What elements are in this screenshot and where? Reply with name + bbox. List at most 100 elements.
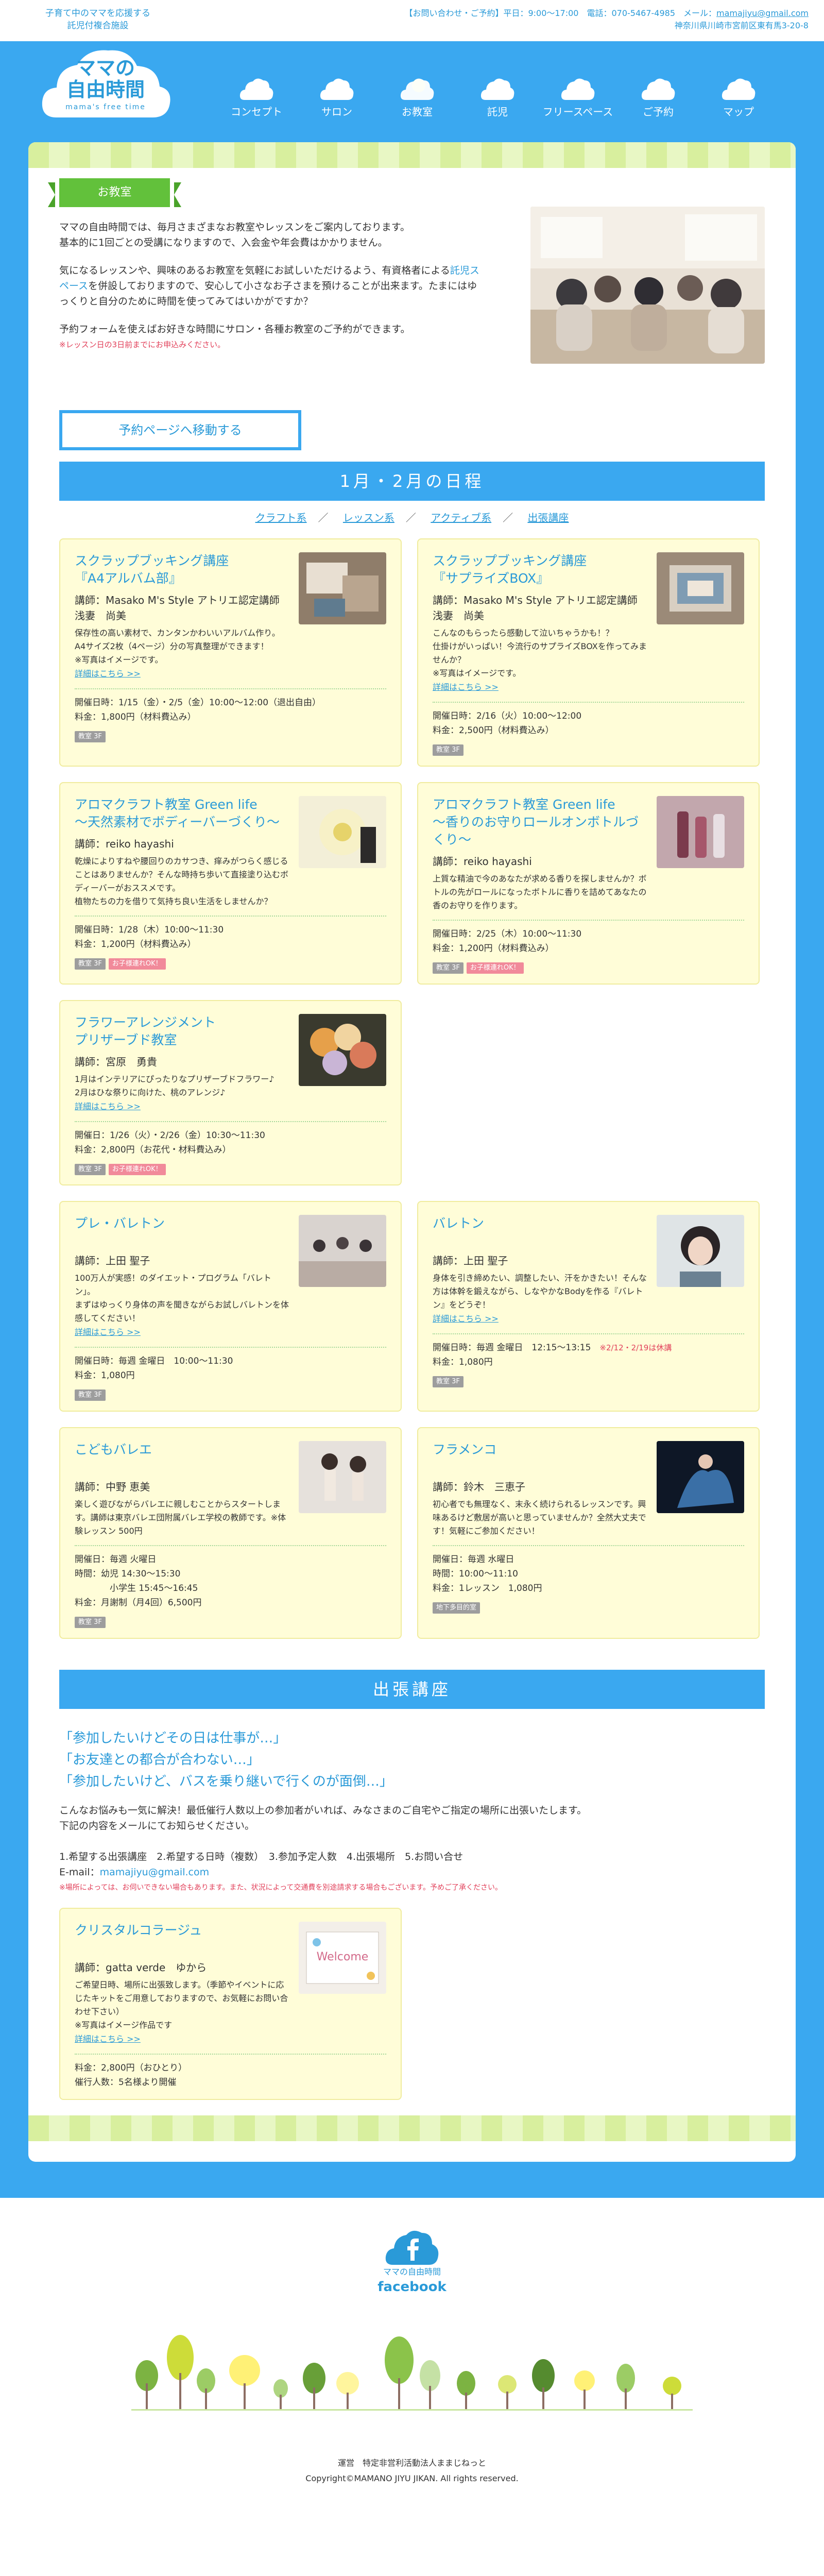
info-line: 料金：1,080円 [433,1357,493,1368]
teacher-name: 講師：gatta verde ゆから [75,1961,207,1974]
divider [75,1545,386,1547]
divider [75,2054,386,2055]
main-content: お教室 ママの自由時間では、毎月さまざまなお教室やレッスンをご案内しております。… [28,142,796,2162]
cloud-icon [480,78,514,100]
class-info: 開催日：毎週 水曜日 時間：10:00〜11:10 料金：1レッスン 1,080円 [433,1552,744,1596]
location-tag: 教室 3F [433,1376,464,1388]
info-line: 料金：1,200円（材料費込み） [75,939,196,950]
nav-item-classroom[interactable]: お教室 [377,77,457,120]
class-card: フラメンコ 講師：鈴木 三恵子 初心者でも無理なく、末永く続けられるレッスンです… [417,1427,760,1639]
separator: ／ [405,512,416,524]
site-tagline: 子育て中のママを応援する 託児付複合施設 [45,8,150,31]
info-line: 料金：1,080円 [75,1370,135,1381]
roll-on-bottle-photo [657,795,744,868]
class-description: こんなのもらったら感動して泣いちゃうかも！？ 仕掛けがいっぱい！今流行のサプライ… [433,628,647,678]
class-card: クリスタルコラージュ Welcome 講師：gatta verde ゆから ご希… [59,1908,402,2100]
nav-item-childcare[interactable]: 託児 [457,77,538,120]
class-thumbnail [657,552,744,624]
scrapbook-photo [299,552,386,624]
cloud-icon [641,78,675,100]
divider [75,915,386,917]
barreton-group-photo [299,1215,386,1287]
class-card: バレトン 講師：上田 聖子 身体を引き締めたい、調整したい、汗をかきたい！そんな… [417,1201,760,1412]
divider [433,919,744,921]
contact-info: 【お問い合わせ・ご予約】平日：9:00〜17:00 電話：070-5467-49… [404,7,809,32]
tag-list: 教室 3F お子様連れOK！ [75,1161,386,1176]
nav-item-map[interactable]: マップ [698,77,779,120]
category-link-craft[interactable]: クラフト系 [255,512,307,524]
class-card: スクラップブッキング講座 『A4アルバム部』 講師：Masako M's Sty… [59,538,402,767]
nav-item-reservation[interactable]: ご予約 [618,77,698,120]
site-logo[interactable]: ママの 自由時間 mama's free time [36,45,175,123]
class-thumbnail [657,1441,744,1514]
outreach-email-link[interactable]: mamajiyu@gmail.com [100,1867,210,1878]
info-line: 開催日：毎週 火曜日 [75,1554,157,1565]
craft-class-grid: スクラップブッキング講座 『A4アルバム部』 講師：Masako M's Sty… [28,538,796,1186]
category-link-active[interactable]: アクティブ系 [431,512,491,524]
contact-email-link[interactable]: mamajiyu@gmail.com [716,8,809,18]
details-link[interactable]: 詳細はこちら >> [433,681,499,694]
class-description: 保存性の高い素材で、カンタンかわいいアルバム作り。 A4サイズ2枚（4ページ）分… [75,628,280,665]
nav-label: マップ [723,106,754,118]
cloud-icon [561,78,595,100]
teacher-name: 講師：Masako M's Style アトリエ認定講師 浅妻 尚美 [75,594,290,622]
class-info: 開催日時：1/28（木）10:00〜11:30 料金：1,200円（材料費込み） [75,923,386,952]
nav-item-concept[interactable]: コンセプト [216,77,297,120]
class-info: 開催日：毎週 火曜日 時間：幼児 14:30〜15:30 小学生 15:45〜16… [75,1552,386,1610]
logo-line1: ママの [76,57,135,79]
copyright: Copyright©MAMANO JIYU JIKAN. All rights … [305,2473,519,2484]
class-title: フラメンコ [433,1442,497,1458]
info-line: 時間：10:00〜11:10 [433,1569,518,1580]
flower-arrangement-photo [299,1013,386,1086]
nav-item-salon[interactable]: サロン [297,77,377,120]
kids-ok-tag: お子様連れOK！ [466,962,524,974]
operator: 運営 特定非営利活動法人ままじねっと [337,2458,486,2468]
info-line: 開催日時：2/25（木）10:00〜11:30 [433,928,582,939]
details-link[interactable]: 詳細はこちら >> [75,2033,141,2046]
divider [75,1121,386,1122]
details-link[interactable]: 詳細はこちら >> [75,1100,141,1113]
class-card: アロマクラフト教室 Green life 〜天然素材でボディーバーづくり〜 講師… [59,782,402,985]
nav-label: ご予約 [643,106,674,118]
tag-list: 教室 3F [433,1374,744,1388]
intro-paragraph: ママの自由時間では、毎月さまざまなお教室やレッスンをご案内しております。 基本的… [59,222,410,248]
schedule-title: 1月・2月の日程 [59,462,765,501]
category-link-lesson[interactable]: レッスン系 [343,512,394,524]
intro-text-after: を併設しておりますので、安心して小さなお子さまを預けることが出来ます。たまにはゆ… [59,280,477,307]
outreach-steps: 1.希望する出張講座 2.希望する日時（複数） 3.参加予定人数 4.出張場所 … [59,1851,464,1863]
facebook-link[interactable]: ママの自由時間 facebook [376,2229,448,2297]
class-thumbnail: Welcome [299,1922,386,1994]
location-tag: 教室 3F [75,731,106,743]
kids-ok-tag: お子様連れOK！ [108,958,166,970]
details-link[interactable]: 詳細はこちら >> [433,1313,499,1326]
info-line: 開催日時：1/15（金）・2/5（金）10:00〜12:00（退出自由） [75,697,321,708]
outreach-title: 出張講座 [59,1670,765,1709]
class-title: アロマクラフト教室 Green life 〜天然素材でボディーバーづくり〜 [75,796,280,829]
separator: ／ [318,512,329,524]
footer-blue-band [0,2162,824,2198]
intro-text: ママの自由時間では、毎月さまざまなお教室やレッスンをご案内しております。 基本的… [59,219,482,365]
nav-item-free-space[interactable]: フリースペース [538,77,618,120]
class-card: フラワーアレンジメント プリザーブド教室 講師：宮原 勇貴 1月はインテリアにぴ… [59,999,402,1186]
class-info: 開催日時：毎週 金曜日 12:15〜13:15 ※2/12・2/19は休講 料金：… [433,1341,744,1369]
details-link[interactable]: 詳細はこちら >> [75,668,141,681]
class-thumbnail [299,552,386,624]
location-tag: 教室 3F [433,744,464,756]
info-text: 開催日時：毎週 金曜日 12:15〜13:15 [433,1343,591,1353]
details-link[interactable]: 詳細はこちら >> [75,1326,141,1339]
class-title: こどもバレエ [75,1442,152,1458]
category-link-outreach[interactable]: 出張講座 [527,512,569,524]
teacher-name: 講師：中野 恵美 [75,1481,150,1494]
outreach-email: E-mail：mamajiyu@gmail.com [59,1865,765,1880]
class-info: 開催日時：2/16（火）10:00〜12:00 料金：2,500円（材料費込み） [433,709,744,738]
class-card: プレ・バレトン 講師：上田 聖子 100万人が実感！のダイエット・プログラム「バ… [59,1201,402,1412]
contact-line: 【お問い合わせ・ご予約】平日：9:00〜17:00 電話：070-5467-49… [404,8,717,18]
class-title: スクラップブッキング講座 『A4アルバム部』 [75,553,229,586]
class-thumbnail [657,1215,744,1287]
class-description: 100万人が実感！のダイエット・プログラム「バレトン」。 まずはゆっくり身体の声… [75,1273,289,1324]
reservation-page-button[interactable]: 予約ページへ移動する [59,410,301,450]
class-card: スクラップブッキング講座 『サプライズBOX』 講師：Masako M's St… [417,538,760,767]
surprise-box-photo [657,552,744,624]
location-tag: 教室 3F [433,962,464,974]
footer-credits: 運営 特定非営利活動法人ままじねっと Copyright©MAMANO JIYU… [0,2455,824,2486]
